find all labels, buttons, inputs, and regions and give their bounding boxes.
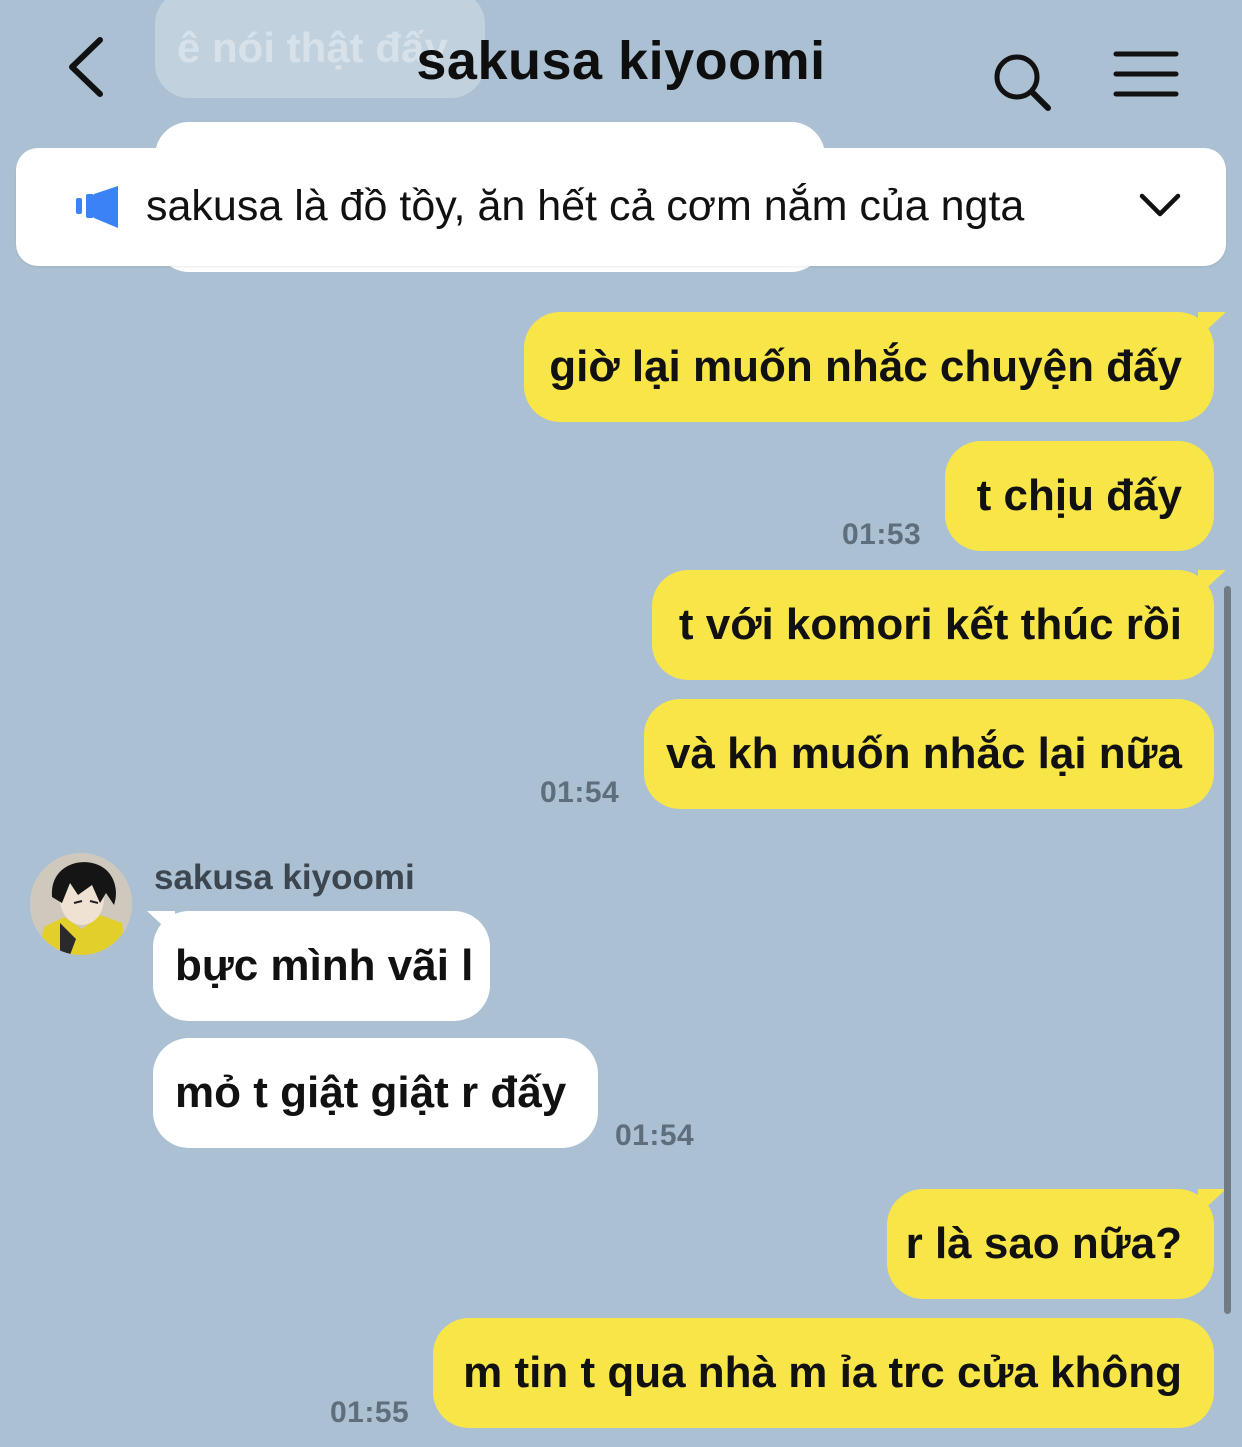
chat-header: ê nói thật đấy sakusa kiyoomi (0, 0, 1242, 130)
message-bubble-outgoing[interactable]: t chịu đấy (945, 441, 1214, 551)
chevron-down-icon[interactable] (1138, 192, 1182, 220)
message-text: và kh muốn nhắc lại nữa (666, 729, 1182, 778)
message-text: m tin t qua nhà m ỉa trc cửa không (463, 1348, 1182, 1397)
message-bubble-incoming[interactable]: mỏ t giật giật r đấy (153, 1038, 598, 1148)
megaphone-icon (76, 186, 118, 228)
message-bubble-incoming[interactable]: bực mình vãi l (153, 911, 490, 1021)
message-timestamp: 01:55 (330, 1396, 410, 1429)
message-bubble-outgoing[interactable]: và kh muốn nhắc lại nữa (644, 699, 1214, 809)
message-bubble-outgoing[interactable]: m tin t qua nhà m ỉa trc cửa không (433, 1318, 1214, 1428)
message-bubble-outgoing[interactable]: giờ lại muốn nhắc chuyện đấy (524, 312, 1214, 422)
bubble-tail (1198, 312, 1226, 338)
message-text: t chịu đấy (976, 471, 1182, 520)
message-timestamp: 01:53 (842, 518, 922, 551)
message-text: t với komori kết thúc rồi (678, 600, 1182, 649)
search-icon (994, 54, 1051, 111)
message-text: bực mình vãi l (175, 941, 474, 990)
message-timestamp: 01:54 (540, 776, 620, 809)
notice-text: sakusa là đồ tồy, ăn hết cả cơm nắm của … (146, 182, 1025, 230)
avatar[interactable] (30, 853, 132, 955)
message-text: giờ lại muốn nhắc chuyện đấy (549, 342, 1182, 391)
menu-button[interactable] (1112, 48, 1182, 104)
message-text: r là sao nữa? (905, 1219, 1182, 1268)
pinned-notice[interactable]: sakusa là đồ tồy, ăn hết cả cơm nắm của … (16, 148, 1226, 266)
avatar-image (30, 853, 132, 955)
message-bubble-outgoing[interactable]: r là sao nữa? (887, 1189, 1214, 1299)
message-timestamp: 01:54 (615, 1119, 695, 1152)
scrollbar[interactable] (1224, 586, 1231, 1314)
menu-icon (1113, 51, 1179, 97)
message-text: mỏ t giật giật r đấy (175, 1068, 567, 1117)
search-button[interactable] (990, 50, 1054, 114)
sender-name: sakusa kiyoomi (154, 858, 415, 897)
message-bubble-outgoing[interactable]: t với komori kết thúc rồi (652, 570, 1214, 680)
chat-title: sakusa kiyoomi (416, 31, 826, 91)
